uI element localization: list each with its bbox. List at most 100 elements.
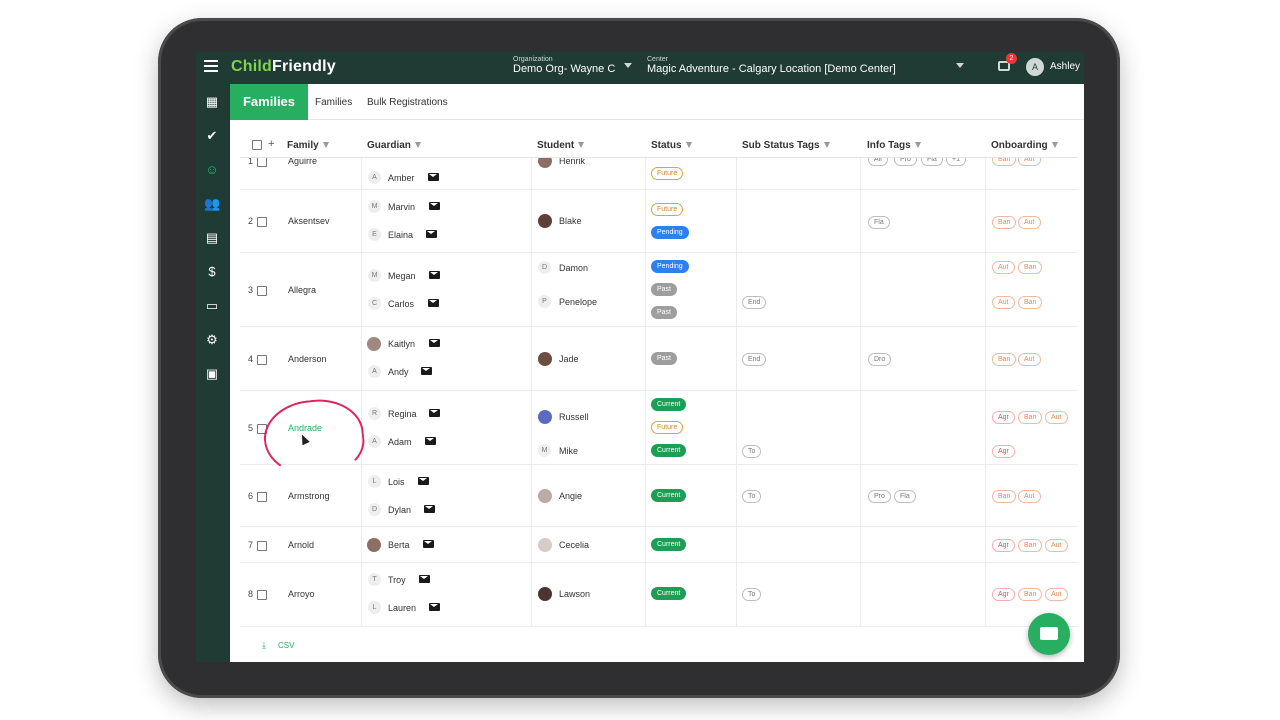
table-row[interactable]: 2 Aksentsev M Marvin E Elaina Blake Futu…: [240, 190, 1078, 253]
child-icon[interactable]: ☺: [204, 162, 220, 178]
column-header-family[interactable]: Family: [287, 140, 329, 151]
mail-icon[interactable]: [424, 505, 435, 513]
mail-icon[interactable]: [421, 367, 432, 375]
organization-label: Organization: [513, 56, 553, 63]
filter-icon[interactable]: [685, 142, 692, 149]
student-name[interactable]: Angie: [559, 491, 582, 501]
student-name[interactable]: Lawson: [559, 589, 590, 599]
billing-icon[interactable]: $: [204, 264, 220, 280]
student-name[interactable]: Cecelia: [559, 540, 589, 550]
guardian-name[interactable]: Carlos: [388, 299, 414, 309]
families-icon[interactable]: 👥: [204, 196, 220, 212]
guardian-name[interactable]: Lois: [388, 477, 405, 487]
mail-icon[interactable]: [419, 575, 430, 583]
apps-icon[interactable]: ▦: [204, 94, 220, 110]
table-row[interactable]: 8 Arroyo T Troy L Lauren Lawson Current …: [240, 563, 1078, 627]
mail-icon[interactable]: [428, 173, 439, 181]
download-icon[interactable]: ⤓: [262, 640, 266, 651]
guardian-name[interactable]: Dylan: [388, 505, 411, 515]
guardian-name[interactable]: Megan: [388, 271, 416, 281]
table-row[interactable]: 4 Anderson Kaitlyn A Andy Jade Past End …: [240, 327, 1078, 391]
column-header-guardian[interactable]: Guardian: [367, 140, 421, 151]
column-header-sub-status-tags[interactable]: Sub Status Tags: [742, 140, 830, 151]
family-name[interactable]: Aksentsev: [288, 216, 330, 226]
student-name[interactable]: Damon: [559, 263, 588, 273]
messages-icon[interactable]: ▤: [204, 230, 220, 246]
family-name[interactable]: Aguirre: [288, 158, 317, 166]
mail-icon[interactable]: [418, 477, 429, 485]
filter-icon[interactable]: [823, 142, 830, 149]
expand-all-button[interactable]: +: [268, 138, 274, 150]
column-header-info-tags[interactable]: Info Tags: [867, 140, 921, 151]
center-selector[interactable]: Center Magic Adventure - Calgary Locatio…: [647, 56, 896, 75]
guardian-name[interactable]: Andy: [388, 367, 409, 377]
table-row[interactable]: 7 Arnold Berta Cecelia Current Agr Ban A…: [240, 527, 1078, 563]
csv-export-button[interactable]: CSV: [278, 641, 294, 650]
table-row[interactable]: 3 Allegra M Megan C Carlos D Damon P Pen…: [240, 253, 1078, 327]
staff-icon[interactable]: ▣: [204, 366, 220, 382]
student-name[interactable]: Henrik: [559, 158, 585, 166]
column-header-onboarding[interactable]: Onboarding: [991, 140, 1058, 151]
guardian-name[interactable]: Regina: [388, 409, 417, 419]
guardian-name[interactable]: Troy: [388, 575, 406, 585]
student-name[interactable]: Mike: [559, 446, 578, 456]
column-header-status[interactable]: Status: [651, 140, 692, 151]
settings-icon[interactable]: ⚙: [204, 332, 220, 348]
mail-icon[interactable]: [426, 230, 437, 238]
chevron-down-icon[interactable]: [956, 63, 964, 68]
mail-icon[interactable]: [429, 202, 440, 210]
row-checkbox[interactable]: [257, 590, 267, 600]
mail-icon[interactable]: [429, 603, 440, 611]
filter-icon[interactable]: [414, 142, 421, 149]
student-name[interactable]: Blake: [559, 216, 582, 226]
table-row[interactable]: 1 Aguirre A Amber Henrik Future All Pro …: [240, 158, 1078, 190]
menu-icon[interactable]: [204, 60, 218, 74]
mail-icon[interactable]: [429, 339, 440, 347]
mail-icon[interactable]: [428, 299, 439, 307]
filter-icon[interactable]: [322, 142, 329, 149]
documents-icon[interactable]: ▭: [204, 298, 220, 314]
table-row[interactable]: 5 Andrade R Regina A Adam Russell M Mike…: [240, 391, 1078, 465]
filter-icon[interactable]: [1051, 142, 1058, 149]
table-row[interactable]: 6 Armstrong L Lois D Dylan Angie Current…: [240, 465, 1078, 527]
select-all-checkbox[interactable]: [252, 140, 262, 150]
student-name[interactable]: Jade: [559, 354, 579, 364]
family-name[interactable]: Allegra: [288, 285, 316, 295]
row-checkbox[interactable]: [257, 355, 267, 365]
guardian-name[interactable]: Amber: [388, 173, 415, 183]
mail-icon[interactable]: [425, 437, 436, 445]
guardian-name[interactable]: Marvin: [388, 202, 415, 212]
checkin-icon[interactable]: ✔: [204, 128, 220, 144]
family-name[interactable]: Armstrong: [288, 491, 330, 501]
column-header-student[interactable]: Student: [537, 140, 585, 151]
row-checkbox[interactable]: [257, 541, 267, 551]
guardian-name[interactable]: Elaina: [388, 230, 413, 240]
guardian-name[interactable]: Lauren: [388, 603, 416, 613]
chevron-down-icon[interactable]: [624, 63, 632, 68]
student-name[interactable]: Russell: [559, 412, 589, 422]
family-name[interactable]: Arnold: [288, 540, 314, 550]
student-name[interactable]: Penelope: [559, 297, 597, 307]
tab-bulk-registrations[interactable]: Bulk Registrations: [367, 97, 448, 108]
user-name[interactable]: Ashley: [1050, 61, 1080, 72]
organization-selector[interactable]: Organization Demo Org- Wayne C: [513, 56, 615, 75]
mail-icon[interactable]: [429, 409, 440, 417]
family-name[interactable]: Arroyo: [288, 589, 315, 599]
tab-families[interactable]: Families: [315, 97, 352, 108]
guardian-name[interactable]: Berta: [388, 540, 410, 550]
mail-icon[interactable]: [429, 271, 440, 279]
row-checkbox[interactable]: [257, 286, 267, 296]
filter-icon[interactable]: [914, 142, 921, 149]
app-logo[interactable]: ChildFriendly: [231, 58, 336, 76]
guardian-name[interactable]: Kaitlyn: [388, 339, 415, 349]
info-tag: Pro: [868, 490, 891, 503]
row-checkbox[interactable]: [257, 492, 267, 502]
row-checkbox[interactable]: [257, 217, 267, 227]
mail-icon[interactable]: [423, 540, 434, 548]
chat-button[interactable]: [1028, 613, 1070, 655]
family-name[interactable]: Anderson: [288, 354, 327, 364]
guardian-name[interactable]: Adam: [388, 437, 412, 447]
filter-icon[interactable]: [578, 142, 585, 149]
row-checkbox[interactable]: [257, 158, 267, 167]
avatar[interactable]: A: [1026, 58, 1044, 76]
